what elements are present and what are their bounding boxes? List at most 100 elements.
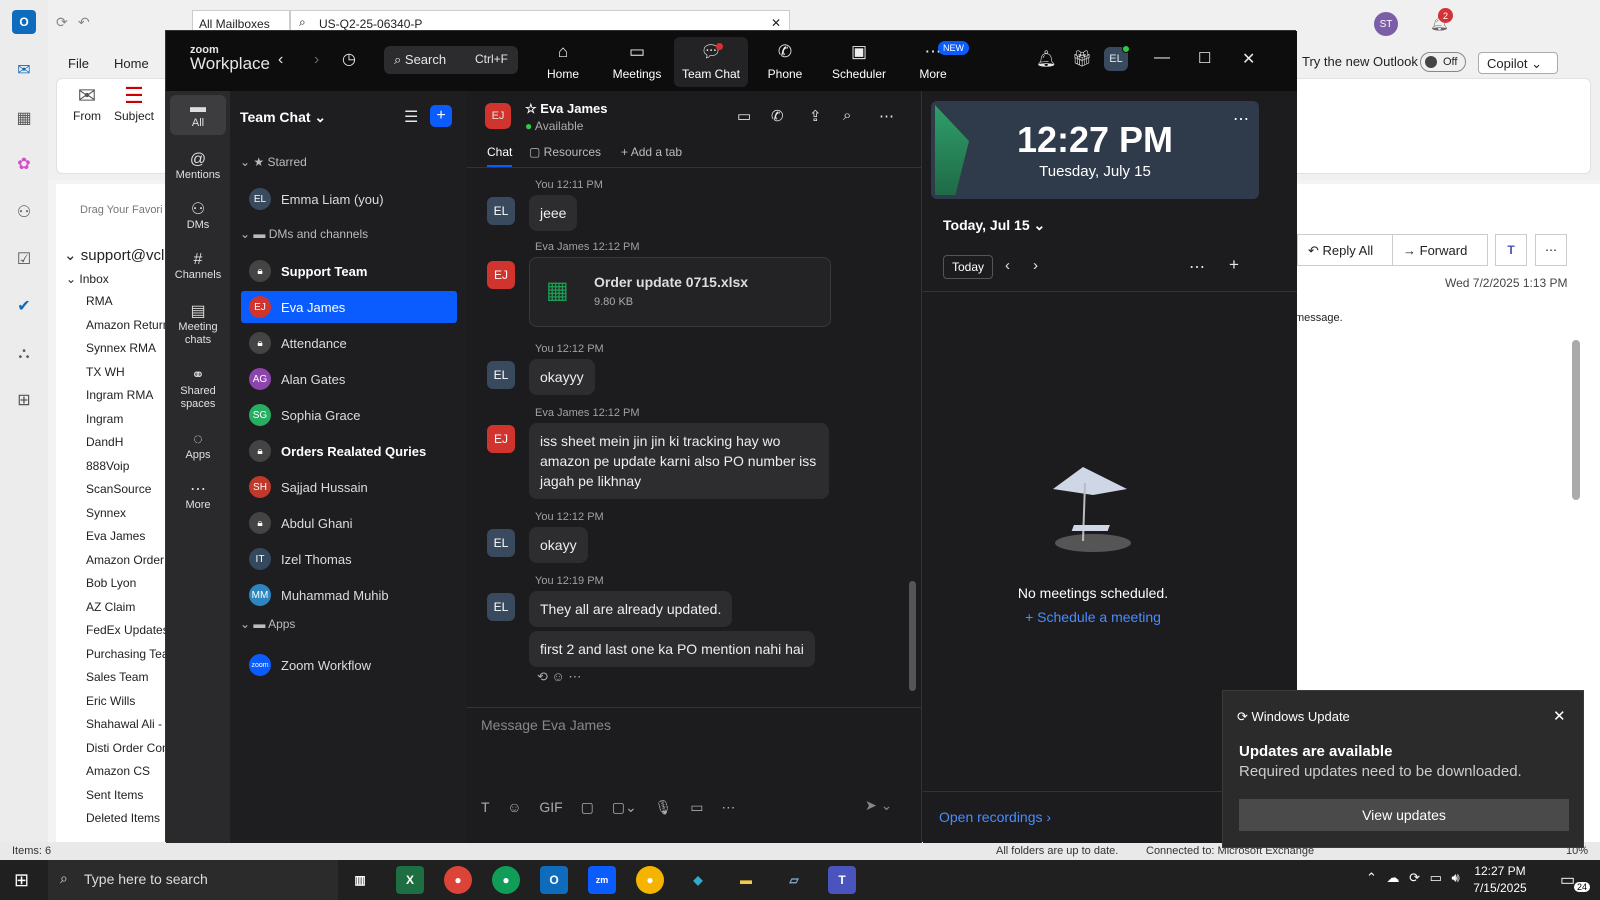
section-starred[interactable]: ⌄ ★ Starred (240, 155, 307, 169)
chat-list-item[interactable]: SG Sophia Grace (241, 399, 457, 431)
message-bubble[interactable]: first 2 and last one ka PO mention nahi … (529, 631, 815, 667)
org-icon[interactable]: ⛬ (12, 342, 36, 366)
copilot-button[interactable]: Copilot ⌄ (1478, 52, 1558, 74)
folder-item[interactable]: RMA (86, 294, 113, 308)
side-more[interactable]: ⋯ More (170, 482, 226, 512)
close-icon[interactable]: ✕ (771, 16, 781, 30)
contact-avatar[interactable]: EJ (485, 103, 511, 129)
system-tray[interactable]: ⌃ ☁ ⟳ ▭ 🔊︎ (1366, 870, 1460, 886)
filter-icon[interactable]: ☰ (404, 107, 418, 127)
cal-date-picker[interactable]: Today, Jul 15 ⌄ (943, 217, 1045, 234)
folder-item[interactable]: Disti Order Con (86, 741, 168, 755)
view-updates-button[interactable]: View updates (1239, 799, 1569, 831)
side-meeting-chats[interactable]: ▤ Meeting chats (170, 304, 226, 347)
nav-scheduler[interactable]: ▣ Scheduler (822, 37, 896, 87)
tasks-icon[interactable]: ☑ (12, 247, 36, 271)
zoom-search-input[interactable]: ⌕ Search Ctrl+F (384, 46, 518, 74)
folder-item[interactable]: Bob Lyon (86, 576, 136, 590)
folder-item[interactable]: 888Voip (86, 459, 129, 473)
section-apps[interactable]: ⌄ ▬ Apps (240, 617, 295, 631)
send-icon[interactable]: ➤ ⌄ (865, 797, 892, 814)
folder-item[interactable]: FedEx Updates (86, 623, 168, 637)
file-explorer-icon[interactable]: ▬ (732, 866, 760, 894)
folder-item[interactable]: Sent Items (86, 788, 143, 802)
nav-meetings[interactable]: ▭ Meetings (600, 37, 674, 87)
message-bubble[interactable]: okayy (529, 527, 588, 563)
chat-list-item[interactable]: AG Alan Gates (241, 363, 457, 395)
zoom-user-avatar[interactable]: EL (1104, 45, 1130, 71)
contact-name[interactable]: ☆ Eva James (525, 101, 608, 117)
taskbar-search-input[interactable]: ⌕ Type here to search (48, 860, 338, 900)
tab-chat[interactable]: Chat (487, 145, 513, 167)
folder-item[interactable]: ScanSource (86, 482, 151, 496)
chat-list-item[interactable]: 🔒︎ Support Team (241, 255, 457, 287)
chat-list-item[interactable]: SH Sajjad Hussain (241, 471, 457, 503)
clock-more-icon[interactable]: ⋯ (1233, 109, 1249, 129)
back-icon[interactable]: ‹ (278, 51, 283, 69)
tab-resources[interactable]: ▢ Resources (529, 145, 601, 159)
add-event-icon[interactable]: + (1229, 255, 1239, 275)
teams-taskbar-icon[interactable]: T (828, 866, 856, 894)
teams-icon[interactable]: T (1495, 234, 1527, 266)
folder-item[interactable]: Purchasing Tea (86, 647, 168, 661)
apps-grid-icon[interactable]: ⊞ (12, 388, 36, 412)
composer-toolbar[interactable]: T ☺ GIF ▢ ▢⌄ 🎙︎ ▭ ⋯ (481, 799, 735, 816)
side-dms[interactable]: ⚇ DMs (170, 202, 226, 232)
people-icon[interactable]: ⚇ (12, 200, 36, 224)
cal-more-icon[interactable]: ⋯ (1189, 257, 1205, 277)
minimize-icon[interactable]: — (1154, 49, 1170, 67)
notepad-icon[interactable]: ▱ (780, 866, 808, 894)
nav-phone[interactable]: ✆ Phone (748, 37, 822, 87)
message-avatar[interactable]: EL (487, 593, 515, 621)
folder-item[interactable]: Synnex RMA (86, 341, 156, 355)
section-dms[interactable]: ⌄ ▬ DMs and channels (240, 227, 368, 241)
next-day-icon[interactable]: › (1033, 257, 1038, 274)
account-node[interactable]: ⌄ support@vclc (64, 246, 168, 264)
file-attachment[interactable]: ▦ Order update 0715.xlsx 9.80 KB (529, 257, 831, 327)
folder-item[interactable]: Amazon Return (86, 318, 168, 332)
prev-day-icon[interactable]: ‹ (1005, 257, 1010, 274)
zoom-taskbar-icon[interactable]: zm (588, 866, 616, 894)
folder-item[interactable]: Shahawal Ali - (86, 717, 162, 731)
more-icon[interactable]: ⋯ (879, 107, 894, 125)
side-shared-spaces[interactable]: ⚭ Shared spaces (170, 368, 226, 411)
taskbar-time[interactable]: 12:27 PM (1462, 864, 1538, 878)
schedule-meeting-link[interactable]: + Schedule a meeting (923, 609, 1263, 625)
folder-item[interactable]: Eric Wills (86, 694, 135, 708)
gift-icon[interactable]: 🎁︎ (1072, 49, 1092, 69)
forward-icon[interactable]: › (314, 51, 319, 69)
outlook-user-avatar[interactable]: ST (1374, 12, 1398, 36)
share-screen-icon[interactable]: ⇪ (809, 107, 822, 125)
mail-icon[interactable]: ✉ (12, 58, 36, 82)
sync-icon[interactable]: ⟳ (56, 14, 68, 31)
folder-item[interactable]: Ingram RMA (86, 388, 153, 402)
message-input[interactable]: Message Eva James (481, 717, 901, 739)
new-outlook-toggle[interactable]: Off (1420, 52, 1466, 72)
message-avatar[interactable]: EJ (487, 425, 515, 453)
folder-item[interactable]: Sales Team (86, 670, 148, 684)
close-window-icon[interactable]: ✕ (1242, 49, 1255, 69)
history-icon[interactable]: ◷ (342, 49, 356, 69)
chrome-alt-icon[interactable]: ● (636, 866, 664, 894)
outlook-taskbar-icon[interactable]: O (540, 866, 568, 894)
taskbar-date[interactable]: 7/15/2025 (1462, 881, 1538, 895)
side-channels[interactable]: # Channels (170, 252, 226, 282)
folder-item[interactable]: TX WH (86, 365, 125, 379)
message-avatar[interactable]: EL (487, 529, 515, 557)
search-icon[interactable]: ⌕ (843, 107, 851, 124)
message-avatar[interactable]: EL (487, 197, 515, 225)
undo-icon[interactable]: ↶ (78, 14, 90, 31)
nav-more[interactable]: ⋯ More NEW (896, 37, 970, 87)
chat-list-item[interactable]: IT Izel Thomas (241, 543, 457, 575)
tab-add[interactable]: + Add a tab (621, 145, 682, 159)
chat-list-item[interactable]: zoom Zoom Workflow (241, 649, 457, 681)
side-all[interactable]: ▬ All (170, 95, 226, 135)
nav-team-chat[interactable]: 💬︎ Team Chat (674, 37, 748, 87)
windows-start-icon[interactable]: ⊞ (14, 870, 29, 891)
menu-file[interactable]: File (68, 56, 89, 71)
folder-item[interactable]: DandH (86, 435, 123, 449)
new-chat-button[interactable]: + (430, 105, 452, 127)
message-bubble[interactable]: okayyy (529, 359, 595, 395)
task-view-icon[interactable]: ▥ (346, 866, 374, 894)
maximize-icon[interactable]: ☐ (1198, 49, 1211, 67)
